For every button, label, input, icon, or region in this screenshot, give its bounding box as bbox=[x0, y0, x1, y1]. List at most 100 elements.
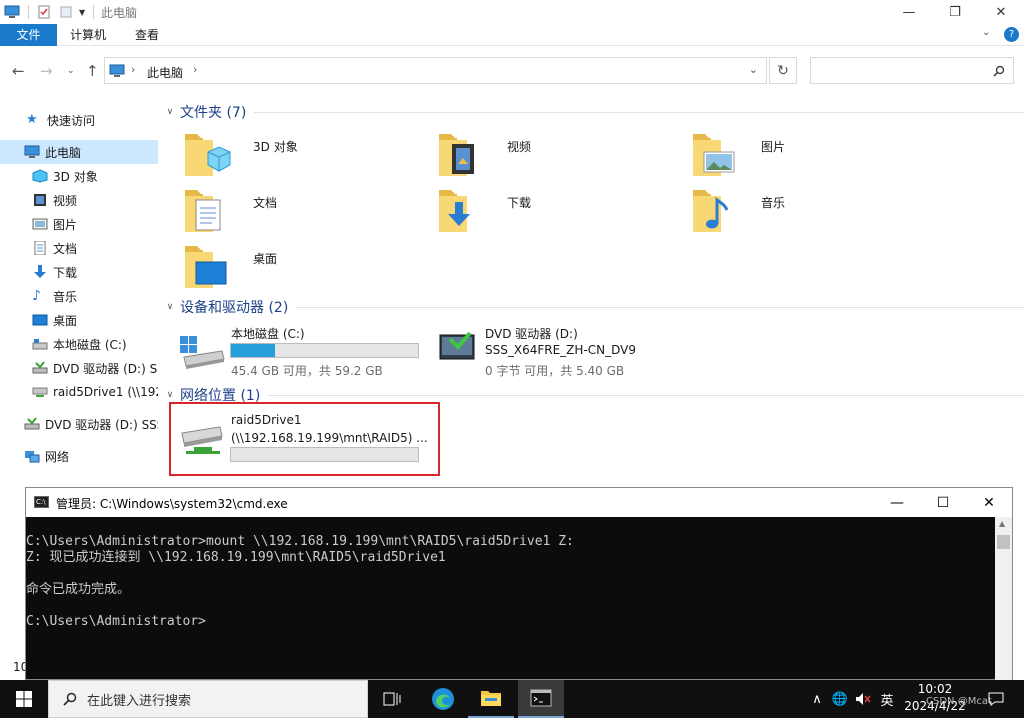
taskbar: 在此键入进行搜索 ∧ 🌐 英 10:02 2024/4/22 CSDN @Mca… bbox=[0, 680, 1024, 718]
cmd-maximize-button[interactable]: ☐ bbox=[920, 488, 966, 517]
help-icon[interactable]: ? bbox=[1004, 27, 1019, 42]
breadcrumb-separator-icon[interactable]: › bbox=[131, 63, 135, 76]
folder-pictures[interactable]: 图片 bbox=[690, 130, 930, 182]
cmd-console[interactable]: C:\Users\Administrator>mount \\192.168.1… bbox=[26, 517, 986, 680]
action-center-button[interactable] bbox=[984, 680, 1008, 718]
star-icon: ★ bbox=[26, 112, 38, 127]
start-button[interactable] bbox=[0, 680, 48, 718]
nav-network[interactable]: 网络 bbox=[0, 444, 158, 468]
volume-button[interactable] bbox=[852, 680, 874, 718]
folder-desktop[interactable]: 桌面 bbox=[182, 242, 422, 294]
taskbar-search-input[interactable]: 在此键入进行搜索 bbox=[87, 690, 191, 709]
task-view-button[interactable] bbox=[370, 680, 414, 718]
folder-documents[interactable]: 文档 bbox=[182, 186, 422, 238]
breadcrumb-this-pc[interactable]: 此电脑 bbox=[147, 64, 183, 81]
chevron-down-icon[interactable]: ▼ bbox=[79, 8, 85, 17]
taskbar-edge[interactable] bbox=[420, 680, 466, 718]
window-title: 此电脑 bbox=[101, 6, 138, 20]
close-button[interactable]: ✕ bbox=[978, 0, 1024, 24]
tab-view[interactable]: 查看 bbox=[126, 24, 168, 46]
network-drive-icon bbox=[32, 387, 48, 397]
taskbar-file-explorer[interactable] bbox=[468, 680, 514, 718]
minimize-button[interactable]: — bbox=[886, 0, 932, 24]
group-header-devices[interactable]: ∨ 设备和驱动器 (2) bbox=[160, 298, 1024, 316]
folder-pictures-icon bbox=[693, 134, 735, 176]
nav-desktop[interactable]: 桌面 bbox=[0, 308, 158, 332]
cmd-line: 命令已成功完成。 bbox=[26, 582, 131, 597]
computer-icon[interactable] bbox=[4, 5, 20, 19]
restore-button[interactable]: ❐ bbox=[932, 0, 978, 24]
cmd-line: C:\Users\Administrator>mount \\192.168.1… bbox=[26, 534, 574, 549]
folder-3d-objects[interactable]: 3D 对象 bbox=[182, 130, 422, 182]
cmd-scrollbar[interactable]: ▲ bbox=[995, 517, 1012, 680]
ribbon-expand-icon[interactable]: ⌄ bbox=[982, 27, 990, 38]
cmd-title-bar[interactable]: C:\ 管理员: C:\Windows\system32\cmd.exe — ☐… bbox=[26, 488, 1012, 517]
folder-documents-icon bbox=[185, 190, 221, 232]
cmd-line bbox=[26, 598, 986, 614]
scroll-up-icon[interactable]: ▲ bbox=[999, 519, 1005, 528]
nav-quick-access[interactable]: ★ 快速访问 bbox=[0, 108, 158, 132]
network-icon bbox=[25, 451, 40, 463]
drive-icon bbox=[32, 339, 48, 350]
network-status-button[interactable]: 🌐 bbox=[830, 680, 850, 718]
recent-locations-button[interactable]: ⌄ bbox=[67, 66, 75, 76]
back-button[interactable]: ← bbox=[12, 62, 25, 80]
scroll-thumb[interactable] bbox=[997, 535, 1010, 549]
folder-downloads[interactable]: 下载 bbox=[436, 186, 676, 238]
music-note-icon: ♪ bbox=[32, 288, 41, 304]
edge-icon bbox=[432, 688, 454, 710]
drive-c-usage-bar bbox=[230, 343, 419, 358]
highlight-box bbox=[169, 402, 440, 476]
refresh-button[interactable]: ↻ bbox=[769, 57, 797, 84]
nav-videos[interactable]: 视频 bbox=[0, 188, 158, 212]
nav-dvd-drive-root[interactable]: DVD 驱动器 (D:) SSS bbox=[0, 412, 158, 436]
taskbar-search-box[interactable]: 在此键入进行搜索 bbox=[48, 680, 368, 718]
nav-documents[interactable]: 文档 bbox=[0, 236, 158, 260]
quick-access-toolbar: ▼ bbox=[4, 3, 102, 21]
drive-local-disk-c[interactable]: 本地磁盘 (C:) 45.4 GB 可用，共 59.2 GB bbox=[160, 325, 420, 381]
folder-videos[interactable]: 视频 bbox=[436, 130, 676, 182]
nav-downloads[interactable]: 下载 bbox=[0, 260, 158, 284]
chevron-down-icon: ∨ bbox=[166, 390, 174, 400]
drive-dvd-d[interactable]: DVD 驱动器 (D:) SSS_X64FRE_ZH-CN_DV9 0 字节 可… bbox=[414, 325, 674, 381]
up-button[interactable]: ↑ bbox=[86, 62, 99, 80]
search-box[interactable] bbox=[810, 57, 1014, 84]
video-icon bbox=[34, 194, 46, 206]
desktop-icon bbox=[32, 314, 48, 326]
tab-computer[interactable]: 计算机 bbox=[63, 24, 113, 46]
volume-muted-icon bbox=[856, 693, 871, 705]
cmd-line: Z: 现已成功连接到 \\192.168.19.199\mnt\RAID5\ra… bbox=[26, 550, 446, 565]
new-folder-icon[interactable] bbox=[59, 5, 73, 19]
dvd-drive-icon bbox=[439, 331, 475, 360]
forward-button[interactable]: → bbox=[40, 62, 53, 80]
folder-3d-objects-icon bbox=[185, 134, 231, 176]
show-hidden-icons-button[interactable]: ∧ bbox=[806, 680, 828, 718]
chevron-down-icon: ∨ bbox=[166, 107, 174, 117]
taskbar-cmd[interactable] bbox=[518, 680, 564, 718]
group-header-folders[interactable]: ∨ 文件夹 (7) bbox=[160, 103, 1024, 121]
nav-music[interactable]: ♪ 音乐 bbox=[0, 284, 158, 308]
cmd-window[interactable]: C:\ 管理员: C:\Windows\system32\cmd.exe — ☐… bbox=[25, 487, 1013, 680]
tab-file[interactable]: 文件 bbox=[0, 24, 57, 46]
dvd-drive-icon bbox=[32, 361, 48, 374]
nav-this-pc[interactable]: 此电脑 bbox=[0, 140, 158, 164]
folder-desktop-icon bbox=[185, 246, 227, 288]
nav-raid5drive1[interactable]: raid5Drive1 (\\192 bbox=[0, 380, 158, 404]
watermark: CSDN @Mcat bbox=[926, 696, 992, 707]
cmd-minimize-button[interactable]: — bbox=[874, 488, 920, 517]
breadcrumb-separator-icon[interactable]: › bbox=[193, 63, 197, 76]
cube-icon bbox=[32, 169, 48, 183]
address-bar[interactable]: › 此电脑 › ⌄ bbox=[104, 57, 767, 84]
windows-logo-icon bbox=[16, 691, 32, 707]
properties-icon[interactable] bbox=[37, 5, 51, 19]
nav-3d-objects[interactable]: 3D 对象 bbox=[0, 164, 158, 188]
address-dropdown-icon[interactable]: ⌄ bbox=[749, 63, 758, 76]
nav-dvd-drive[interactable]: DVD 驱动器 (D:) SS bbox=[0, 356, 158, 380]
windows-drive-icon bbox=[180, 336, 225, 369]
folder-music[interactable]: 音乐 bbox=[690, 186, 930, 238]
refresh-icon: ↻ bbox=[777, 62, 789, 79]
nav-local-disk-c[interactable]: 本地磁盘 (C:) bbox=[0, 332, 158, 356]
nav-pictures[interactable]: 图片 bbox=[0, 212, 158, 236]
folder-music-icon bbox=[693, 190, 729, 232]
cmd-close-button[interactable]: ✕ bbox=[966, 488, 1012, 517]
